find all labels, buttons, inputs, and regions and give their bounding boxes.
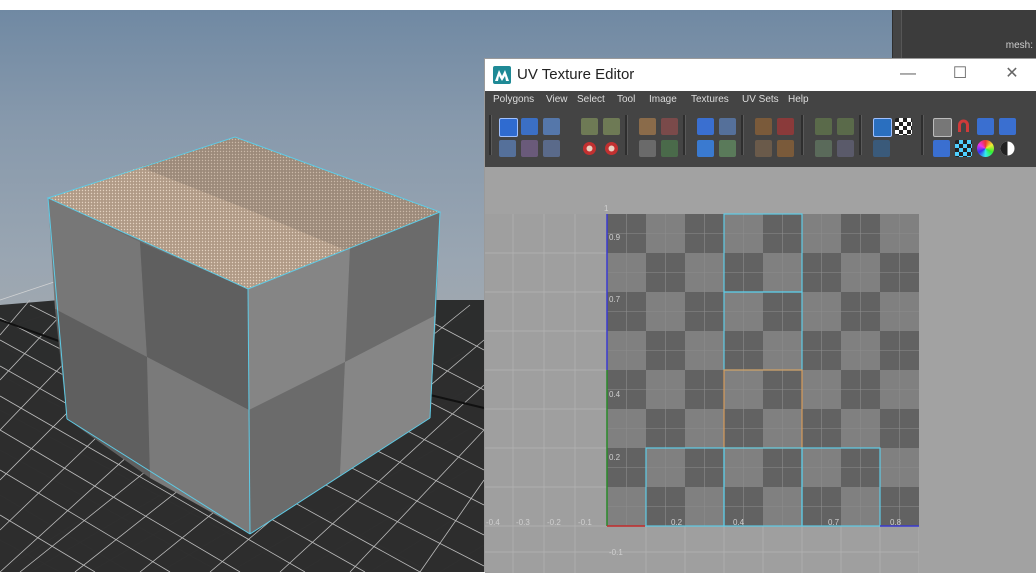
uv-label-v-04: 0.4 <box>609 390 621 399</box>
toolbar-separator <box>921 115 924 155</box>
menu-textures[interactable]: Textures <box>691 94 729 105</box>
isolate-select-icon[interactable] <box>933 140 950 157</box>
flip-u-icon[interactable] <box>581 118 598 135</box>
uv-texture-editor-window[interactable]: UV Texture Editor — ☐ ✕ Polygons View Se… <box>484 58 1036 573</box>
split-uv-icon[interactable] <box>661 118 678 135</box>
cut-uv-icon[interactable] <box>639 118 656 135</box>
toolbar-separator <box>801 115 804 155</box>
window-titlebar[interactable]: UV Texture Editor — ☐ ✕ <box>485 59 1036 91</box>
dim-image-icon[interactable] <box>873 140 890 157</box>
menu-uv-sets[interactable]: UV Sets <box>742 94 779 105</box>
straighten-uv-icon[interactable] <box>755 140 772 157</box>
menu-view[interactable]: View <box>546 94 568 105</box>
layout-icon[interactable] <box>719 118 736 135</box>
toolbar-separator <box>683 115 686 155</box>
snap-uv-icon[interactable] <box>837 118 854 135</box>
paste-uv-icon[interactable] <box>999 118 1016 135</box>
uv-label-u-neg04: -0.4 <box>486 518 500 527</box>
toolbar-separator <box>859 115 862 155</box>
toolbar-separator <box>741 115 744 155</box>
align-v-icon[interactable] <box>777 118 794 135</box>
grid-toggle-icon[interactable] <box>933 118 952 137</box>
uv-grid <box>485 213 1036 573</box>
uv-label-v-02: 0.2 <box>609 453 621 462</box>
mesh-label: mesh: <box>1005 40 1033 51</box>
checker-icon[interactable] <box>895 118 912 135</box>
uv-label-v-top: 1 <box>604 204 609 213</box>
toolbar-separator <box>625 115 628 155</box>
menu-help[interactable]: Help <box>788 94 809 105</box>
minimize-button[interactable]: — <box>893 63 923 85</box>
window-title: UV Texture Editor <box>517 66 635 83</box>
uv-label-u-07: 0.7 <box>828 518 840 527</box>
maya-app-icon <box>493 66 511 84</box>
stack-shells-icon[interactable] <box>697 140 714 157</box>
uv-label-u-04: 0.4 <box>733 518 745 527</box>
channel-box-panel: mesh: <box>892 10 1036 58</box>
close-button[interactable]: ✕ <box>997 63 1027 85</box>
shaded-uv-icon[interactable] <box>955 140 972 157</box>
texture-borders-icon[interactable] <box>837 140 854 157</box>
uv-label-u-neg02: -0.2 <box>547 518 561 527</box>
uv-label-u-neg01: -0.1 <box>578 518 592 527</box>
magnet-icon[interactable] <box>955 118 972 135</box>
uv-label-u-02: 0.2 <box>671 518 683 527</box>
image-display-icon[interactable] <box>873 118 892 137</box>
uv-canvas[interactable]: 1 0.9 0.7 0.4 0.2 -0.1 -0.4 -0.3 -0.2 -0… <box>485 167 1036 573</box>
maximize-button[interactable]: ☐ <box>945 63 975 85</box>
grid-uv-icon[interactable] <box>815 118 832 135</box>
uv-label-u-08: 0.8 <box>890 518 902 527</box>
align-u-icon[interactable] <box>755 118 772 135</box>
select-uv-icon[interactable] <box>499 118 518 137</box>
flip-v-icon[interactable] <box>603 118 620 135</box>
uv-label-v-09: 0.9 <box>609 233 621 242</box>
unfold-icon[interactable] <box>697 118 714 135</box>
select-border-icon[interactable] <box>521 140 538 157</box>
menu-select[interactable]: Select <box>577 94 605 105</box>
menu-bar: Polygons View Select Tool Image Textures… <box>485 91 1036 109</box>
toolbar-separator <box>489 115 492 155</box>
normalize-icon[interactable] <box>639 140 656 157</box>
rotate-ccw-icon[interactable] <box>581 140 598 157</box>
rotate-cw-icon[interactable] <box>603 140 620 157</box>
menu-image[interactable]: Image <box>649 94 677 105</box>
distribute-icon[interactable] <box>777 140 794 157</box>
select-face-icon[interactable] <box>543 118 560 135</box>
uv-toolbar <box>485 109 1036 167</box>
menu-polygons[interactable]: Polygons <box>493 94 534 105</box>
orient-shells-icon[interactable] <box>719 140 736 157</box>
color-channels-icon[interactable] <box>977 140 994 157</box>
select-edge-icon[interactable] <box>521 118 538 135</box>
uv-label-v-07: 0.7 <box>609 295 621 304</box>
exposure-icon[interactable] <box>999 140 1016 157</box>
pixel-snap-icon[interactable] <box>815 140 832 157</box>
menu-tool[interactable]: Tool <box>617 94 635 105</box>
uv-label-u-neg03: -0.3 <box>516 518 530 527</box>
channel-box-inner: mesh: <box>901 10 1036 58</box>
select-shell-icon[interactable] <box>499 140 516 157</box>
copy-uv-icon[interactable] <box>977 118 994 135</box>
move-sew-icon[interactable] <box>661 140 678 157</box>
select-backface-icon[interactable] <box>543 140 560 157</box>
uv-label-v-neg01: -0.1 <box>609 548 623 557</box>
